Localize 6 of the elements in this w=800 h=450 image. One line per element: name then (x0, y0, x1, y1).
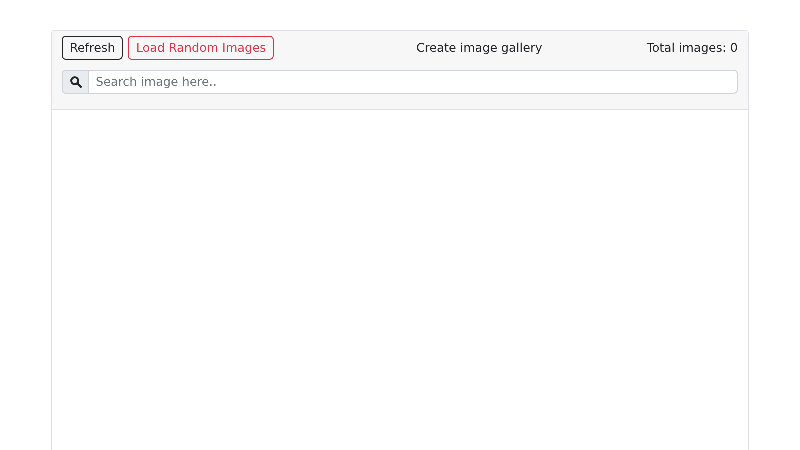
toolbar-button[interactable]: Load Random Images (128, 36, 274, 60)
search-field[interactable]: Search image here.. (89, 70, 738, 94)
toolbar-button[interactable]: Refresh (62, 36, 124, 60)
search-icon (62, 70, 89, 94)
image-count: Total images: 0 (647, 41, 738, 55)
gallery-title: Create image gallery (416, 41, 542, 55)
